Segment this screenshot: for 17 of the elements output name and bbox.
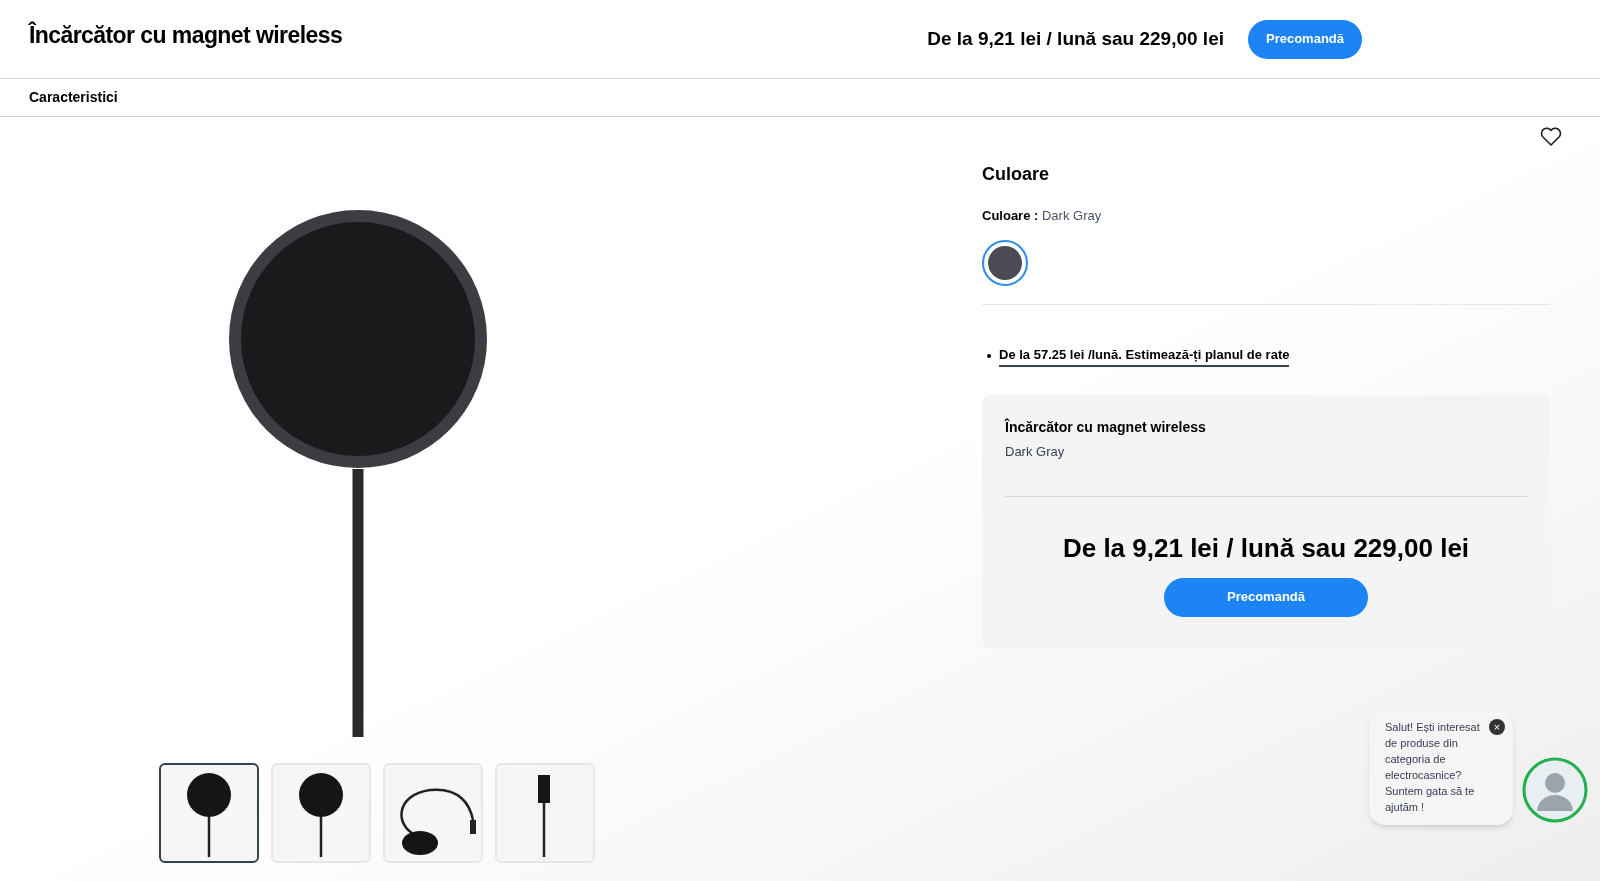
product-thumbnail[interactable]	[159, 763, 259, 863]
summary-price: De la 9,21 lei / lună sau 229,00 lei	[1061, 531, 1471, 565]
chat-message: Salut! Ești interesat de produse din categoria de electrocasnice? Suntem gata să te ajutăm !	[1385, 720, 1481, 815]
price-summary: De la 9,21 lei / lună sau 229,00 lei	[926, 26, 1224, 51]
section-heading: Culoare	[982, 163, 1051, 186]
summary-product-name: Încărcător cu magnet wireless	[1005, 417, 1207, 437]
bullet-icon	[987, 353, 991, 358]
preorder-button[interactable]: Precomandă	[1248, 19, 1362, 59]
heart-icon[interactable]	[1540, 127, 1562, 147]
financing-link[interactable]: De la 57.25 lei /lună. Estimează-ți planul de rate	[999, 344, 1290, 367]
summary-variant: Dark Gray	[1005, 443, 1066, 461]
close-button[interactable]: ×	[1489, 719, 1505, 735]
color-swatch[interactable]	[982, 239, 1028, 286]
preorder-button[interactable]: Precomandă	[1164, 577, 1368, 617]
product-title: Încărcător cu magnet wireless	[29, 20, 344, 50]
nav-link[interactable]: Caracteristici	[29, 87, 118, 108]
color-selection-text: Culoare : Dark Gray	[982, 207, 1103, 225]
